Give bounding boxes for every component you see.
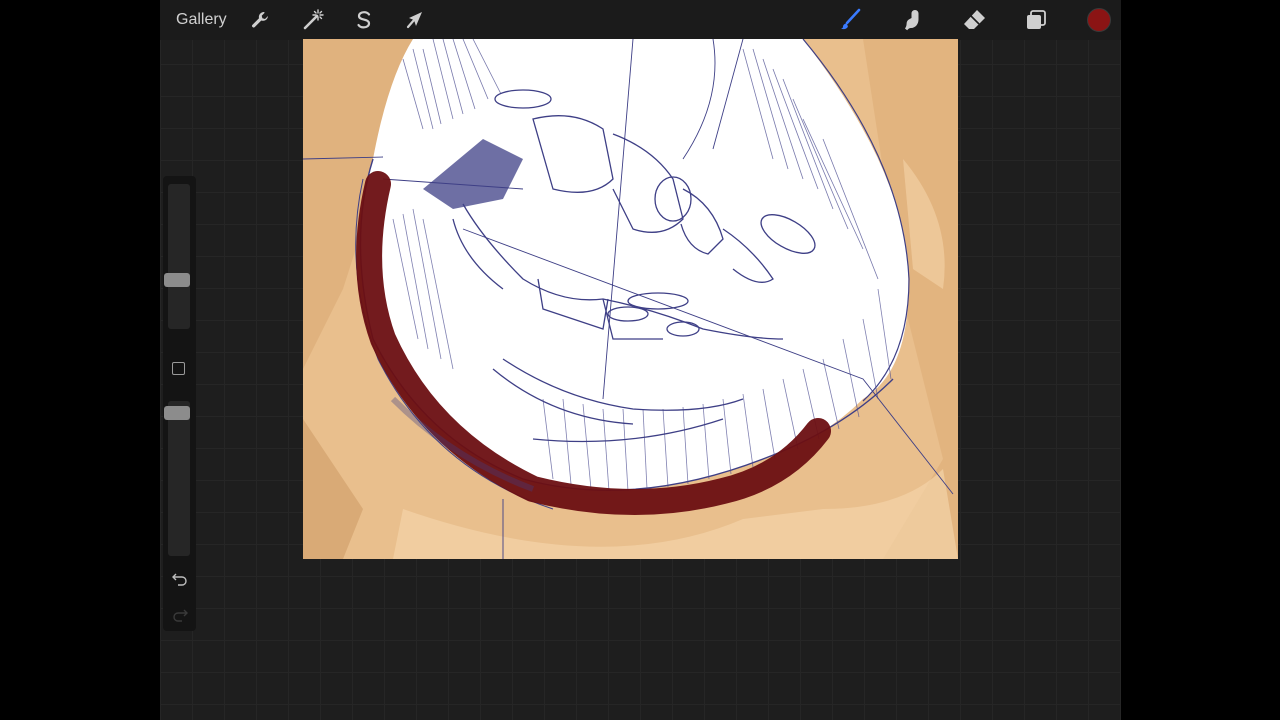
wrench-icon[interactable] — [246, 6, 274, 34]
arrow-cursor-icon[interactable] — [401, 6, 429, 34]
undo-icon[interactable] — [171, 569, 189, 587]
layers-icon[interactable] — [1022, 6, 1050, 34]
magic-wand-icon[interactable] — [298, 6, 326, 34]
color-picker-button[interactable] — [1087, 8, 1111, 32]
redo-icon[interactable] — [171, 605, 189, 623]
gallery-button[interactable]: Gallery — [176, 10, 227, 30]
opacity-slider[interactable] — [168, 401, 190, 556]
eyedropper-button[interactable] — [172, 362, 185, 375]
smudge-finger-icon[interactable] — [898, 6, 926, 34]
artwork — [303, 39, 958, 559]
procreate-app: Gallery — [160, 0, 1121, 720]
selection-s-icon[interactable] — [350, 6, 378, 34]
eraser-icon[interactable] — [960, 6, 988, 34]
brush-icon[interactable] — [836, 6, 864, 34]
left-sidebar — [163, 176, 196, 631]
drawing-canvas[interactable] — [303, 39, 958, 559]
brush-size-thumb[interactable] — [164, 273, 190, 287]
brush-size-slider[interactable] — [168, 184, 190, 329]
top-toolbar: Gallery — [160, 0, 1121, 40]
opacity-thumb[interactable] — [164, 406, 190, 420]
